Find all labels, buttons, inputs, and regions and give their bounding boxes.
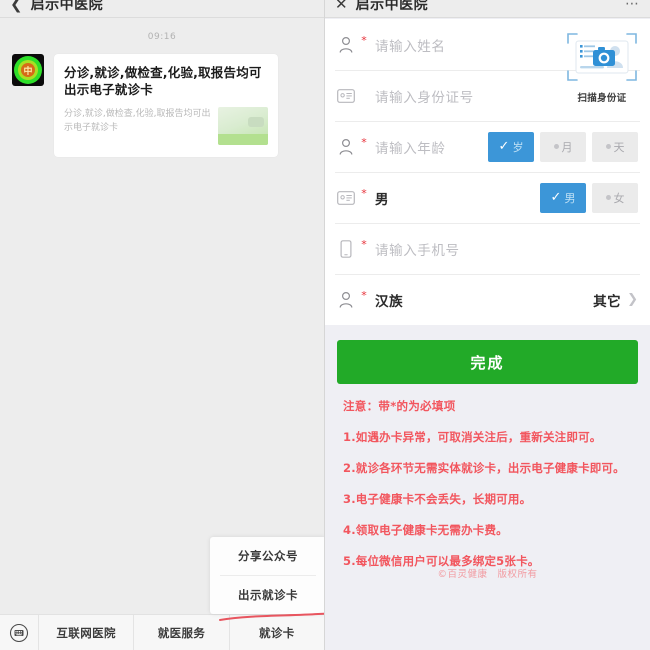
form-title: 启示中医院 xyxy=(355,0,429,13)
age-unit-day-label: 天 xyxy=(613,140,625,154)
phone-icon xyxy=(335,239,357,258)
app-screen: ❮ 启示中医院 09:16 中 分诊,就诊,做检查,化验,取报告均可出示电子就诊… xyxy=(0,0,650,650)
copyright-text: ©百灵健康 版权所有 xyxy=(437,569,538,580)
radio-dot-icon xyxy=(605,195,611,200)
phone-input[interactable]: 请输入手机号 xyxy=(375,239,638,259)
person-icon xyxy=(335,291,357,309)
form-pane: ✕ 启示中医院 ⋯ * 请输入姓名 请输入身份证号 * 请输入年龄 ✓ 岁 月 … xyxy=(325,0,650,650)
form-row-gender[interactable]: * 男 ✓ 男 女 xyxy=(325,172,650,223)
age-unit-day[interactable]: 天 xyxy=(592,131,638,162)
radio-dot-icon xyxy=(605,144,611,149)
thumbnail-shape xyxy=(248,117,264,127)
gender-male-label: 男 xyxy=(564,191,576,205)
form-header: ✕ 启示中医院 ⋯ xyxy=(325,0,650,17)
article-body: 分诊,就诊,做检查,化验,取报告均可出示电子就诊卡 xyxy=(64,107,268,145)
avatar-monogram: 中 xyxy=(21,63,35,77)
article-description: 分诊,就诊,做检查,化验,取报告均可出示电子就诊卡 xyxy=(64,109,211,133)
keyboard-icon[interactable] xyxy=(0,623,38,643)
gender-segments: ✓ 男 女 xyxy=(540,182,638,213)
chat-message-row: 中 分诊,就诊,做检查,化验,取报告均可出示电子就诊卡 分诊,就诊,做检查,化验… xyxy=(12,54,324,157)
radio-dot-icon xyxy=(553,144,559,149)
form-row-age[interactable]: * 请输入年龄 ✓ 岁 月 天 xyxy=(325,121,650,172)
form-header-divider xyxy=(325,17,650,18)
notice-block: 注意：带*的为必填项 1.如遇办卡异常，可取消关注后，重新关注即可。 2.就诊各… xyxy=(343,398,638,569)
check-icon: ✓ xyxy=(498,139,510,154)
gender-value[interactable]: 男 xyxy=(375,188,540,208)
more-dots-icon[interactable]: ⋯ xyxy=(625,0,640,12)
gender-female[interactable]: 女 xyxy=(592,182,638,213)
required-marker: * xyxy=(361,238,367,251)
notice-line-1: 1.如遇办卡异常，可取消关注后，重新关注即可。 xyxy=(343,430,602,444)
article-card[interactable]: 分诊,就诊,做检查,化验,取报告均可出示电子就诊卡 分诊,就诊,做检查,化验,取… xyxy=(54,54,278,157)
gender-female-label: 女 xyxy=(613,191,625,205)
notice-line-4: 4.领取电子健康卡无需办卡费。 xyxy=(343,523,508,537)
required-marker: * xyxy=(361,187,367,200)
article-thumbnail xyxy=(218,107,268,145)
chat-pane: ❮ 启示中医院 09:16 中 分诊,就诊,做检查,化验,取报告均可出示电子就诊… xyxy=(0,0,325,650)
back-chevron-icon[interactable]: ❮ xyxy=(10,0,23,12)
scan-id-card-widget[interactable]: 扫描身份证 xyxy=(564,30,640,104)
id-card-icon xyxy=(335,88,357,103)
age-unit-segments: ✓ 岁 月 天 xyxy=(488,131,638,162)
submit-button[interactable]: 完成 xyxy=(337,340,638,384)
tab-patient-card[interactable]: 就诊卡 xyxy=(228,614,324,650)
chat-title: 启示中医院 xyxy=(30,0,104,13)
chevron-right-icon[interactable]: ❯ xyxy=(627,292,638,307)
bottom-tabbar: 互联网医院 就医服务 就诊卡 xyxy=(0,614,324,650)
form-row-phone[interactable]: * 请输入手机号 xyxy=(325,223,650,274)
chat-header: ❮ 启示中医院 xyxy=(0,0,324,17)
notice-line-3: 3.电子健康卡不会丢失，长期可用。 xyxy=(343,492,532,506)
required-marker: * xyxy=(361,136,367,149)
popup-menu: 分享公众号 出示就诊卡 xyxy=(210,537,324,614)
tab-medical-service[interactable]: 就医服务 xyxy=(133,614,228,650)
gender-male[interactable]: ✓ 男 xyxy=(540,182,586,213)
tab-internet-hospital[interactable]: 互联网医院 xyxy=(38,614,133,650)
required-marker: * xyxy=(361,34,367,47)
check-icon: ✓ xyxy=(550,190,562,205)
form-row-ethnicity[interactable]: * 汉族 其它 ❯ xyxy=(325,274,650,325)
notice-line-2: 2.就诊各环节无需实体就诊卡，出示电子健康卡即可。 xyxy=(343,461,625,475)
popup-item-share-account[interactable]: 分享公众号 xyxy=(210,537,324,575)
popup-item-show-card[interactable]: 出示就诊卡 xyxy=(210,576,324,614)
message-timestamp: 09:16 xyxy=(147,32,177,42)
age-unit-month-label: 月 xyxy=(561,140,573,154)
thumbnail-base xyxy=(218,134,268,145)
age-input[interactable]: 请输入年龄 xyxy=(375,137,488,157)
age-unit-month[interactable]: 月 xyxy=(540,131,586,162)
id-card-icon xyxy=(335,190,357,205)
person-icon xyxy=(335,138,357,156)
chat-message-list: 09:16 中 分诊,就诊,做检查,化验,取报告均可出示电子就诊卡 分诊,就诊,… xyxy=(0,18,324,614)
scan-id-card-label: 扫描身份证 xyxy=(577,93,627,104)
scan-id-card-icon xyxy=(567,33,637,81)
article-title: 分诊,就诊,做检查,化验,取报告均可出示电子就诊卡 xyxy=(64,65,262,97)
close-icon[interactable]: ✕ xyxy=(335,0,348,12)
ethnicity-other-option[interactable]: 其它 xyxy=(593,290,621,310)
ethnicity-value[interactable]: 汉族 xyxy=(375,290,593,310)
required-marker: * xyxy=(361,289,367,302)
person-icon xyxy=(335,36,357,54)
avatar[interactable]: 中 xyxy=(12,54,44,86)
age-unit-year-label: 岁 xyxy=(512,140,524,154)
age-unit-year[interactable]: ✓ 岁 xyxy=(488,131,534,162)
notice-heading: 注意：带*的为必填项 xyxy=(343,399,456,413)
